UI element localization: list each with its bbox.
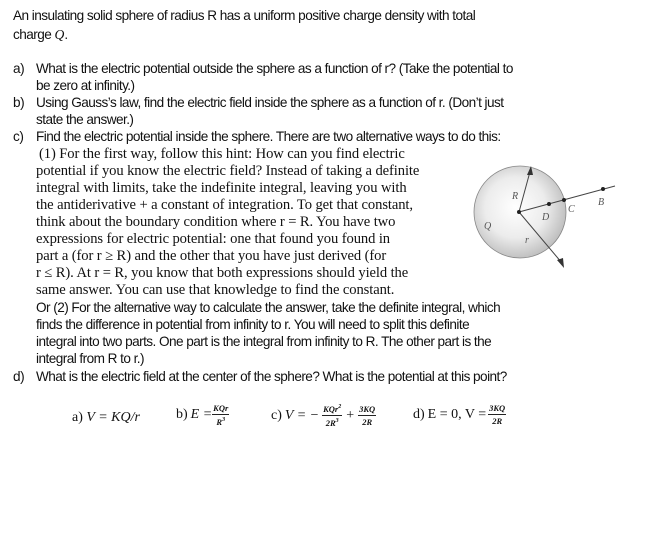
part-c-hint-line: the antiderivative + a constant of integ… xyxy=(36,197,413,213)
part-d-label: d) xyxy=(13,369,25,384)
answer-c-numerator-1: KQr2 xyxy=(322,404,343,416)
label-d: D xyxy=(541,212,550,223)
answer-c-numerator-2: 3KQ xyxy=(358,404,377,416)
part-a-label: a) xyxy=(13,61,25,76)
part-c-alt-line: integral into two parts. One part is the… xyxy=(36,334,492,349)
part-d-line1: What is the electric field at the center… xyxy=(36,369,507,384)
part-b-label: b) xyxy=(13,95,25,110)
label-r-radius: R xyxy=(511,191,518,202)
answer-d-denominator: 2R xyxy=(492,415,503,426)
answer-b-numerator: KQr xyxy=(212,403,230,415)
sphere-figure: R Q D C B r xyxy=(473,165,616,268)
answer-c-plus: + xyxy=(346,407,355,423)
answer-d: d) E = 0, V = 3KQ 2R xyxy=(413,403,507,426)
r-arrowhead-icon xyxy=(557,258,564,268)
answer-c: c) V = − KQr2 2R3 + 3KQ 2R xyxy=(271,404,377,428)
answer-d-label: d) xyxy=(413,406,425,422)
problem-intro-line2: charge Q. xyxy=(13,27,68,43)
answer-c-fraction-2: 3KQ 2R xyxy=(358,404,377,427)
label-b: B xyxy=(598,197,604,208)
part-c-hint-line: potential if you know the electric field… xyxy=(36,163,420,179)
point-c xyxy=(562,198,566,202)
answer-c-denominator-1: 2R3 xyxy=(325,417,339,428)
intro-prefix: charge xyxy=(13,27,55,42)
part-c-hint-line: part a (for r ≥ R) and the other that yo… xyxy=(36,248,387,264)
answer-a-expr: V = KQ/r xyxy=(86,410,140,425)
answer-c-label: c) xyxy=(271,407,282,423)
part-c-hint-line: same answer. You can use that knowledge … xyxy=(36,282,395,298)
intro-var-q: Q xyxy=(54,27,65,42)
answer-b-fraction: KQr R3 xyxy=(212,403,230,427)
label-r-distance: r xyxy=(525,235,529,246)
part-c-hint-line: (1) For the first way, follow this hint:… xyxy=(39,146,405,162)
answer-d-lhs: E = 0, V = xyxy=(427,406,487,422)
answer-d-numerator: 3KQ xyxy=(488,403,507,415)
label-c: C xyxy=(568,204,575,215)
answer-b-label: b) xyxy=(176,407,188,422)
answer-d-fraction: 3KQ 2R xyxy=(488,403,507,426)
part-b-line1: Using Gauss’s law, find the electric fie… xyxy=(36,95,504,110)
part-a-line2: be zero at infinity.) xyxy=(36,78,135,93)
answer-c-fraction-1: KQr2 2R3 xyxy=(322,404,343,428)
answer-b-denominator: R3 xyxy=(216,416,226,427)
part-c-line1: Find the electric potential inside the s… xyxy=(36,129,501,144)
problem-intro-line1: An insulating solid sphere of radius R h… xyxy=(13,8,476,23)
point-b xyxy=(601,187,605,191)
answer-b-lhs: E = xyxy=(190,407,213,422)
part-c-alt-line: Or (2) For the alternative way to calcul… xyxy=(36,300,501,315)
part-c-alt-line: finds the difference in potential from i… xyxy=(36,317,470,332)
part-c-hint-line: integral with limits, take the indefinit… xyxy=(36,180,407,196)
part-c-label: c) xyxy=(13,129,24,144)
intro-suffix: . xyxy=(64,27,68,42)
part-b-line2: state the answer.) xyxy=(36,112,134,127)
answer-a-label: a) xyxy=(72,410,87,425)
answer-b: b) E = KQr R3 xyxy=(176,403,230,427)
answer-c-lhs: V = − xyxy=(284,407,320,423)
center-point xyxy=(517,210,521,214)
answer-c-denominator-2: 2R xyxy=(362,416,373,427)
part-c-alt-line: integral from R to r.) xyxy=(36,351,145,366)
part-a-line1: What is the electric potential outside t… xyxy=(36,61,513,76)
answer-a: a) V = KQ/r xyxy=(72,410,140,426)
part-c-hint-line: expressions for electric potential: one … xyxy=(36,231,390,247)
point-d xyxy=(547,202,551,206)
label-q: Q xyxy=(484,221,492,232)
part-c-hint-line: r ≤ R). At r = R, you know that both exp… xyxy=(36,265,409,281)
part-c-hint-line: think about the boundary condition where… xyxy=(36,214,396,230)
